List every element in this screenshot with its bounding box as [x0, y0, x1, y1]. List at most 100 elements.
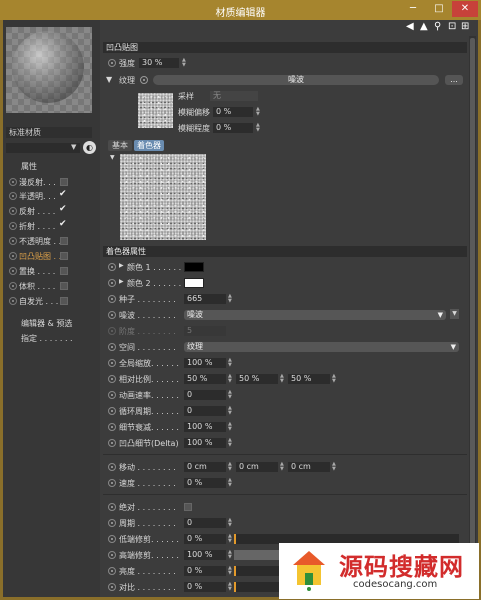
low-clip-radio[interactable] — [108, 535, 116, 543]
relative-scale-z-stepper[interactable]: ▲ ▼ — [332, 374, 338, 384]
bump-delta-field[interactable]: 100 % — [184, 438, 226, 448]
channel-diffuse[interactable]: 漫反射. . . — [9, 177, 94, 189]
noise-radio[interactable] — [108, 311, 116, 319]
global-scale-radio[interactable] — [108, 359, 116, 367]
move-x-field[interactable]: 0 cm — [184, 462, 226, 472]
chevron-down-icon[interactable]: ▼ — [71, 143, 79, 153]
arrow-left-icon[interactable]: ◀ — [406, 21, 414, 32]
speed-field[interactable]: 0 % — [184, 478, 226, 488]
relative-scale-y-stepper[interactable]: ▲ ▼ — [280, 374, 286, 384]
seed-stepper[interactable]: ▲ ▼ — [228, 294, 234, 304]
channel-displacement[interactable]: 置换 . . . . — [9, 266, 94, 278]
tab-shader[interactable]: 着色器 — [134, 140, 164, 151]
octaves-radio[interactable] — [108, 327, 116, 335]
move-y-field[interactable]: 0 cm — [236, 462, 278, 472]
channel-radio[interactable] — [9, 252, 17, 260]
channel-checkbox[interactable] — [60, 237, 68, 245]
channel-checkbox[interactable] — [60, 282, 68, 290]
channel-luminance[interactable]: 自发光 . . . — [9, 296, 94, 308]
space-select[interactable]: 纹理 ▼ — [184, 342, 459, 352]
blur-scale-field[interactable]: 0 % — [213, 123, 253, 133]
move-z-stepper[interactable]: ▲ ▼ — [332, 462, 338, 472]
blur-scale-stepper[interactable]: ▲ ▼ — [256, 123, 262, 133]
contrast-radio[interactable] — [108, 583, 116, 591]
channel-checkbox[interactable] — [60, 252, 68, 260]
channel-volume[interactable]: 体积 . . . . — [9, 281, 94, 293]
texture-browse-button[interactable]: ... — [445, 75, 463, 85]
high-clip-radio[interactable] — [108, 551, 116, 559]
search-icon[interactable]: ⚲ — [434, 21, 441, 32]
global-scale-field[interactable]: 100 % — [184, 358, 226, 368]
sampling-select[interactable]: 无 — [210, 91, 258, 101]
high-clip-field[interactable]: 100 % — [184, 550, 226, 560]
editor-preview-link[interactable]: 编辑器 & 预选 — [21, 318, 72, 329]
brightness-field[interactable]: 0 % — [184, 566, 226, 576]
space-radio[interactable] — [108, 343, 116, 351]
new-panel-icon[interactable]: ⊞ — [461, 21, 469, 32]
bump-delta-radio[interactable] — [108, 439, 116, 447]
relative-scale-x-field[interactable]: 50 % — [184, 374, 226, 384]
texture-shader-button[interactable]: 噪波 — [153, 75, 439, 85]
slider-knob[interactable] — [234, 566, 236, 576]
seed-field[interactable]: 665 — [184, 294, 226, 304]
slider-knob[interactable] — [234, 534, 236, 544]
detail-atten-stepper[interactable]: ▲ ▼ — [228, 422, 234, 432]
channel-refraction[interactable]: 折射 . . . . ✔ — [9, 219, 94, 233]
maximize-button[interactable]: □ — [427, 1, 451, 17]
move-z-field[interactable]: 0 cm — [288, 462, 330, 472]
global-scale-stepper[interactable]: ▲ ▼ — [228, 358, 234, 368]
detail-atten-radio[interactable] — [108, 423, 116, 431]
color2-expand-icon[interactable]: ▶ — [119, 278, 124, 285]
channel-checkbox[interactable] — [60, 267, 68, 275]
slider-knob[interactable] — [234, 582, 236, 592]
relative-scale-radio[interactable] — [108, 375, 116, 383]
move-x-stepper[interactable]: ▲ ▼ — [228, 462, 234, 472]
brightness-radio[interactable] — [108, 567, 116, 575]
channel-radio[interactable] — [9, 178, 17, 186]
move-y-stepper[interactable]: ▲ ▼ — [280, 462, 286, 472]
minimize-button[interactable]: ─ — [401, 1, 425, 17]
preview-options-bar[interactable] — [6, 143, 80, 153]
strength-radio[interactable] — [108, 59, 116, 67]
channel-checkbox[interactable] — [60, 297, 68, 305]
check-icon[interactable]: ✔ — [59, 204, 67, 214]
close-button[interactable]: ✕ — [452, 1, 478, 17]
octaves-field[interactable]: 5 — [184, 326, 226, 336]
relative-scale-y-field[interactable]: 50 % — [236, 374, 278, 384]
bump-delta-stepper[interactable]: ▲ ▼ — [228, 438, 234, 448]
channel-radio[interactable] — [9, 267, 17, 275]
seed-radio[interactable] — [108, 295, 116, 303]
blur-offset-stepper[interactable]: ▲ ▼ — [256, 107, 262, 117]
period-stepper[interactable]: ▲ ▼ — [228, 518, 234, 528]
render-icon[interactable]: ◐ — [83, 141, 96, 154]
noise-type-select[interactable]: 噪波 ▼ — [184, 310, 446, 320]
anim-speed-stepper[interactable]: ▲ ▼ — [228, 390, 234, 400]
color2-swatch[interactable] — [184, 278, 204, 288]
period-radio[interactable] — [108, 519, 116, 527]
color1-expand-icon[interactable]: ▶ — [119, 262, 124, 269]
tab-basic[interactable]: 基本 — [108, 140, 132, 151]
check-icon[interactable]: ✔ — [59, 219, 67, 229]
color1-radio[interactable] — [108, 263, 116, 271]
channel-radio[interactable] — [9, 282, 17, 290]
strength-stepper[interactable]: ▲ ▼ — [182, 58, 188, 68]
color2-radio[interactable] — [108, 279, 116, 287]
channel-radio[interactable] — [9, 192, 17, 200]
strength-field[interactable]: 30 % — [139, 58, 179, 68]
loop-period-stepper[interactable]: ▲ ▼ — [228, 406, 234, 416]
texture-expand-icon[interactable]: ▼ — [106, 75, 112, 84]
low-clip-field[interactable]: 0 % — [184, 534, 226, 544]
anim-speed-radio[interactable] — [108, 391, 116, 399]
loop-period-field[interactable]: 0 — [184, 406, 226, 416]
relative-scale-x-stepper[interactable]: ▲ ▼ — [228, 374, 234, 384]
move-radio[interactable] — [108, 463, 116, 471]
color1-swatch[interactable] — [184, 262, 204, 272]
absolute-checkbox[interactable] — [184, 503, 192, 511]
loop-period-radio[interactable] — [108, 407, 116, 415]
speed-stepper[interactable]: ▲ ▼ — [228, 478, 234, 488]
detail-atten-field[interactable]: 100 % — [184, 422, 226, 432]
channel-radio[interactable] — [9, 237, 17, 245]
texture-menu-icon[interactable] — [140, 76, 148, 84]
assign-link[interactable]: 指定 . . . . . . . — [21, 333, 73, 344]
check-icon[interactable]: ✔ — [59, 189, 67, 199]
